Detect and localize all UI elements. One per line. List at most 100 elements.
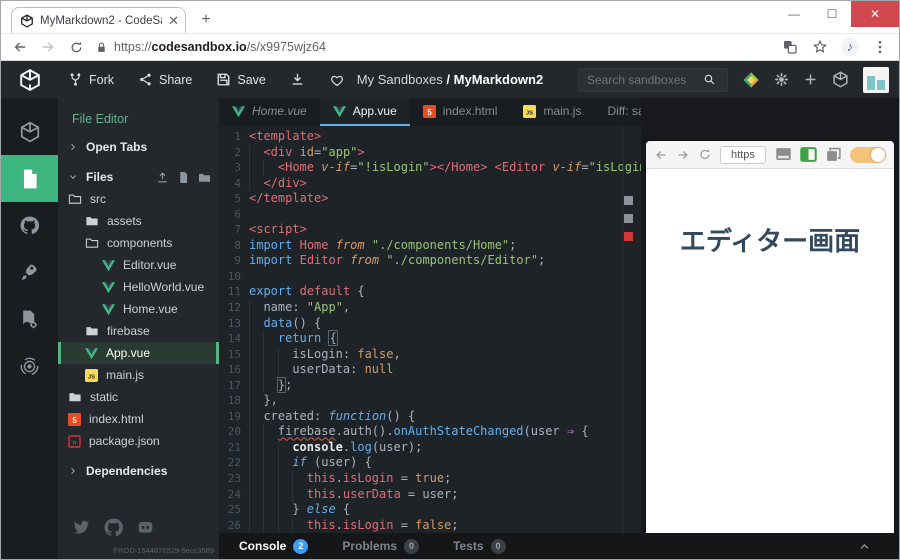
file-tree-item-editor-vue[interactable]: Editor.vue [58, 254, 219, 276]
code-line-13[interactable]: 13 data() { [219, 316, 641, 332]
activity-sandbox[interactable] [1, 108, 58, 155]
window-close-button[interactable]: ✕ [851, 1, 899, 27]
open-tabs-section[interactable]: Open Tabs [58, 136, 219, 158]
file-tree-item-index-html[interactable]: 5 index.html [58, 408, 219, 430]
monitor-icon[interactable] [775, 146, 792, 163]
codesandbox-logo[interactable] [1, 68, 58, 91]
code-line-15[interactable]: 15 isLogin: false, [219, 347, 641, 363]
file-tree-item-components[interactable]: components [58, 232, 219, 254]
bookmark-button[interactable] [811, 38, 829, 56]
code-line-3[interactable]: 3 <Home v-if="!isLogin"></Home> <Editor … [219, 160, 641, 176]
file-tree-item-helloworld-vue[interactable]: HelloWorld.vue [58, 276, 219, 298]
file-tree-item-main-js[interactable]: JS main.js [58, 364, 219, 386]
search-input[interactable] [587, 72, 697, 87]
code-line-7[interactable]: 7 <script> [219, 222, 641, 238]
code-line-10[interactable]: 10 [219, 269, 641, 285]
share-button[interactable]: Share [128, 61, 202, 98]
editor-tab-app-vue[interactable]: App.vue [319, 98, 410, 126]
console-collapse-button[interactable] [858, 540, 871, 553]
code-line-19[interactable]: 19 created: function() { [219, 409, 641, 425]
fork-button[interactable]: Fork [58, 61, 124, 98]
windows-stack-icon[interactable] [825, 146, 842, 163]
twitter-icon[interactable] [73, 517, 90, 538]
preview-forward-button[interactable] [676, 148, 690, 162]
reload-button[interactable] [67, 38, 85, 56]
code-line-2[interactable]: 2 <div id="app"> [219, 145, 641, 161]
code-line-5[interactable]: 5 </template> [219, 191, 641, 207]
editor-tab-index-html[interactable]: 5 index.html [410, 98, 511, 126]
activity-rocket[interactable] [1, 249, 58, 296]
code-line-16[interactable]: 16 userData: null [219, 362, 641, 378]
code-line-8[interactable]: 8 import Home from "./components/Home"; [219, 238, 641, 254]
files-section[interactable]: Files [58, 166, 219, 188]
browser-menu-button[interactable] [871, 38, 889, 56]
upload-icon[interactable] [156, 171, 169, 184]
code-line-26[interactable]: 26 this.isLogin = false; [219, 518, 641, 533]
download-button[interactable] [280, 61, 315, 98]
maximize-button[interactable]: ☐ [813, 1, 851, 27]
activity-file-cog[interactable] [1, 296, 58, 343]
search-box[interactable] [578, 67, 728, 92]
activity-github[interactable] [1, 202, 58, 249]
file-tree-item-src[interactable]: src [58, 188, 219, 210]
new-tab-button[interactable]: + [194, 11, 218, 29]
new-file-icon[interactable] [177, 171, 190, 184]
preview-back-button[interactable] [654, 148, 668, 162]
file-tree-item-package-json[interactable]: n package.json [58, 430, 219, 452]
new-folder-icon[interactable] [198, 171, 211, 184]
discord-icon[interactable] [137, 517, 154, 538]
code-area[interactable]: 1 <template> 2 <div id="app"> 3 <Home v-if=… [219, 126, 641, 533]
browser-tab[interactable]: MyMarkdown2 - CodeSandbo ✕ [11, 7, 186, 33]
code-line-6[interactable]: 6 [219, 207, 641, 223]
code-line-17[interactable]: 17 }; [219, 376, 641, 394]
heart-button[interactable] [319, 61, 355, 98]
console-tab-tests[interactable]: Tests 0 [453, 538, 506, 554]
editor-tab-diff-saved-build-js-recovered-[interactable]: Diff: saved 'build.js' - recovered 'buil… [594, 98, 641, 126]
activity-live[interactable] [1, 343, 58, 390]
editor-tab-home-vue[interactable]: Home.vue [219, 98, 320, 126]
code-line-12[interactable]: 12 name: "App", [219, 300, 641, 316]
split-view-icon[interactable] [800, 146, 817, 163]
code-line-11[interactable]: 11 export default { [219, 284, 641, 300]
file-tree-item-assets[interactable]: assets [58, 210, 219, 232]
svg-text:n: n [72, 439, 76, 446]
extension-music-icon[interactable]: ♪ [841, 38, 859, 56]
save-button[interactable]: Save [206, 61, 276, 98]
code-line-21[interactable]: 21 console.log(user); [219, 440, 641, 456]
url-bar[interactable]: https://codesandbox.io/s/x9975wjz64 [95, 40, 771, 54]
tab-close-icon[interactable]: ✕ [168, 14, 179, 27]
github-icon[interactable] [103, 517, 124, 538]
code-line-1[interactable]: 1 <template> [219, 129, 641, 145]
console-tab-console[interactable]: Console 2 [239, 538, 309, 554]
code-line-14[interactable]: 14 return { [219, 330, 641, 347]
preview-reload-button[interactable] [698, 148, 712, 162]
activity-file[interactable] [1, 155, 58, 202]
gear-icon[interactable] [774, 72, 789, 87]
minimize-button[interactable]: — [775, 1, 813, 27]
code-line-23[interactable]: 23 this.isLogin = true; [219, 471, 641, 487]
pro-badge-icon[interactable] [742, 71, 760, 89]
file-tree-item-firebase[interactable]: firebase [58, 320, 219, 342]
live-toggle[interactable] [850, 146, 886, 163]
file-tree-item-home-vue[interactable]: Home.vue [58, 298, 219, 320]
code-line-4[interactable]: 4 </div> [219, 176, 641, 192]
code-line-22[interactable]: 22 if (user) { [219, 455, 641, 471]
dependencies-section[interactable]: Dependencies [58, 460, 219, 482]
plus-icon[interactable] [803, 72, 818, 87]
code-line-18[interactable]: 18 }, [219, 393, 641, 409]
translate-button[interactable] [781, 38, 799, 56]
file-tree-item-static[interactable]: static [58, 386, 219, 408]
console-tab-problems[interactable]: Problems 0 [342, 538, 420, 554]
code-line-25[interactable]: 25 } else { [219, 502, 641, 518]
editor-tab-main-js[interactable]: JS main.js [510, 98, 594, 126]
code-line-24[interactable]: 24 this.userData = user; [219, 487, 641, 503]
user-avatar[interactable] [863, 66, 889, 93]
forward-button[interactable] [39, 38, 57, 56]
line-number: 19 [227, 409, 241, 423]
preview-url-box[interactable]: https [720, 145, 766, 164]
code-line-20[interactable]: 20 firebase.auth().onAuthStateChanged(us… [219, 424, 641, 440]
cube-icon[interactable] [832, 71, 849, 88]
back-button[interactable] [11, 38, 29, 56]
code-line-9[interactable]: 9 import Editor from "./components/Editor… [219, 253, 641, 269]
file-tree-item-app-vue[interactable]: App.vue [58, 342, 219, 364]
